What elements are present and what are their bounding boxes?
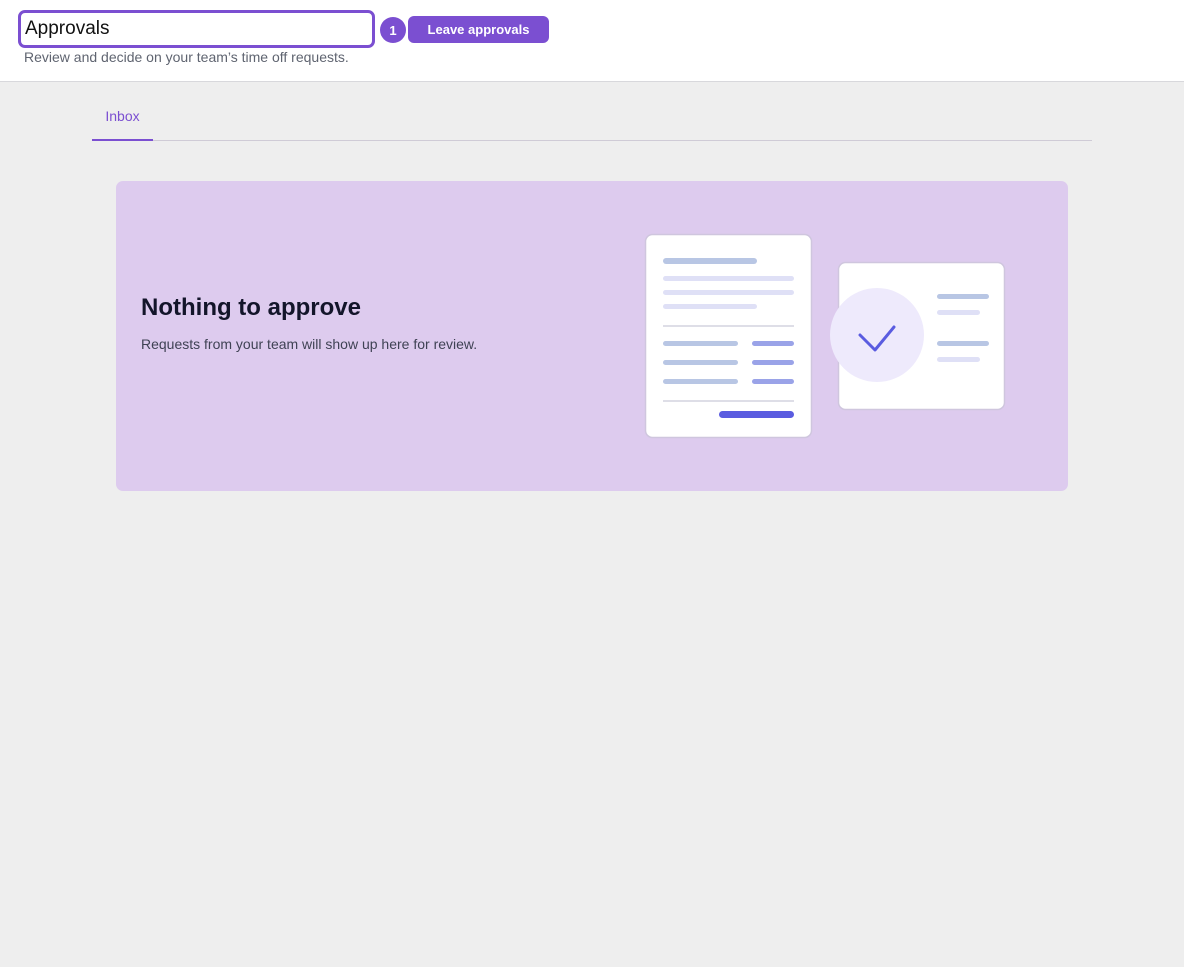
empty-state-description: Requests from your team will show up her… — [141, 336, 478, 352]
leave-approvals-button[interactable]: Leave approvals — [408, 16, 549, 43]
document-and-checkmark-icon — [644, 233, 1006, 439]
title-input[interactable] — [18, 10, 375, 48]
empty-state-card: Nothing to approve Requests from your te… — [116, 181, 1068, 491]
tab-bar: Inbox — [92, 96, 1092, 141]
page-header: 1 Leave approvals Review and decide on y… — [0, 0, 1184, 82]
tab-inbox[interactable]: Inbox — [92, 96, 153, 141]
empty-state-title: Nothing to approve — [141, 294, 361, 321]
page-subtitle: Review and decide on your team’s time of… — [24, 49, 349, 65]
count-badge: 1 — [380, 17, 406, 43]
